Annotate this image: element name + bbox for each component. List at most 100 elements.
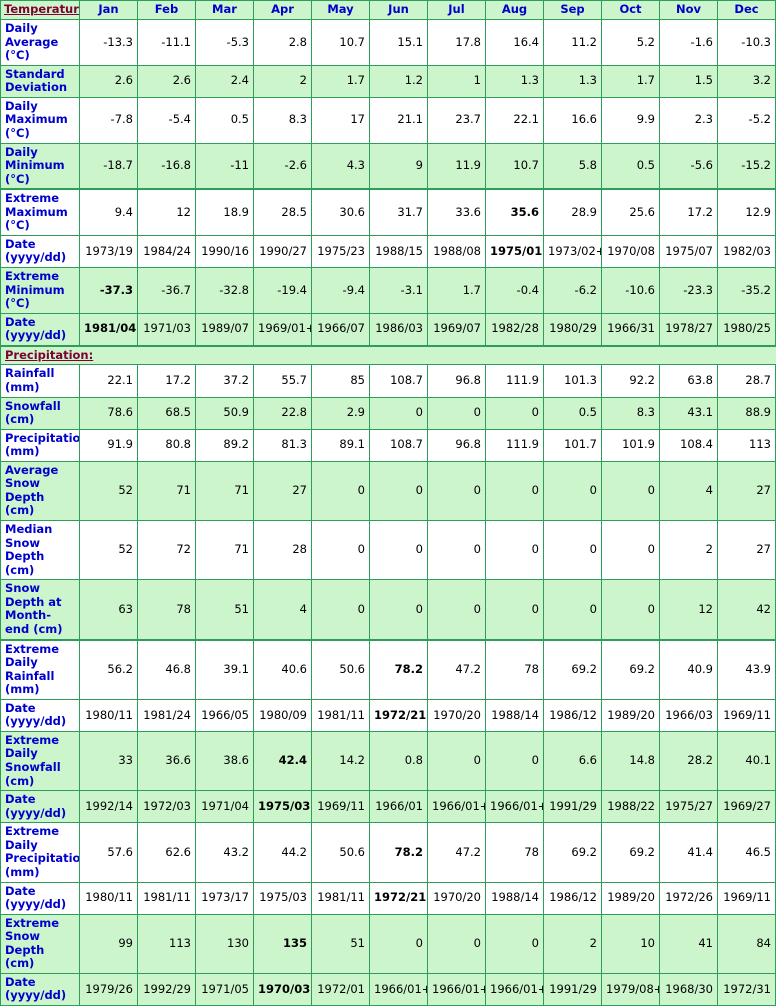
cell-sep: 101.3 bbox=[544, 365, 602, 397]
cell-aug: 1.3 bbox=[486, 65, 544, 97]
cell-nov: 108.4 bbox=[660, 429, 718, 461]
cell-dec: 40.1 bbox=[718, 731, 776, 790]
cell-jul: 0 bbox=[428, 521, 486, 580]
cell-aug: 0 bbox=[486, 461, 544, 520]
cell-jan: -7.8 bbox=[80, 97, 138, 143]
cell-oct: 5.2 bbox=[602, 20, 660, 66]
cell-nov: 63.8 bbox=[660, 365, 718, 397]
cell-jul: 23.7 bbox=[428, 97, 486, 143]
cell-feb: 1984/24 bbox=[138, 235, 196, 267]
cell-mar: -32.8 bbox=[196, 268, 254, 314]
cell-nov: 28.2 bbox=[660, 731, 718, 790]
row-label: Daily Maximum (°C) bbox=[1, 97, 80, 143]
cell-jun: 108.7 bbox=[370, 429, 428, 461]
cell-jan: 22.1 bbox=[80, 365, 138, 397]
cell-jan: 1980/11 bbox=[80, 699, 138, 731]
cell-jul: 1966/01+ bbox=[428, 791, 486, 823]
cell-jun: 0.8 bbox=[370, 731, 428, 790]
cell-may: 1966/07 bbox=[312, 313, 370, 346]
cell-sep: 0 bbox=[544, 521, 602, 580]
cell-aug: 0 bbox=[486, 914, 544, 973]
cell-oct: 9.9 bbox=[602, 97, 660, 143]
cell-apr: 28 bbox=[254, 521, 312, 580]
cell-mar: 1989/07 bbox=[196, 313, 254, 346]
cell-mar: 37.2 bbox=[196, 365, 254, 397]
cell-may: 1981/11 bbox=[312, 699, 370, 731]
cell-mar: 1966/05 bbox=[196, 699, 254, 731]
cell-jul: 1966/01+ bbox=[428, 973, 486, 1005]
cell-dec: 27 bbox=[718, 461, 776, 520]
cell-nov: 1978/27 bbox=[660, 313, 718, 346]
cell-jan: 1992/14 bbox=[80, 791, 138, 823]
cell-sep: -6.2 bbox=[544, 268, 602, 314]
cell-oct: 10 bbox=[602, 914, 660, 973]
cell-apr: 55.7 bbox=[254, 365, 312, 397]
cell-aug: 1975/01 bbox=[486, 235, 544, 267]
cell-jan: 1973/19 bbox=[80, 235, 138, 267]
cell-jan: 9.4 bbox=[80, 189, 138, 235]
cell-sep: 1973/02+ bbox=[544, 235, 602, 267]
cell-nov: 1968/30 bbox=[660, 973, 718, 1005]
table-row: Average Snow Depth (cm)52717127000000427… bbox=[1, 461, 776, 520]
cell-aug: -0.4 bbox=[486, 268, 544, 314]
cell-mar: 43.2 bbox=[196, 823, 254, 882]
cell-jun: 0 bbox=[370, 397, 428, 429]
cell-feb: 2.6 bbox=[138, 65, 196, 97]
cell-jan: 1979/26 bbox=[80, 973, 138, 1005]
cell-feb: -36.7 bbox=[138, 268, 196, 314]
cell-feb: -11.1 bbox=[138, 20, 196, 66]
cell-jul: 17.8 bbox=[428, 20, 486, 66]
cell-apr: 1990/27 bbox=[254, 235, 312, 267]
row-label: Daily Average (°C) bbox=[1, 20, 80, 66]
cell-dec: 3.2 bbox=[718, 65, 776, 97]
cell-jun: 9 bbox=[370, 143, 428, 189]
cell-nov: -23.3 bbox=[660, 268, 718, 314]
column-header-aug: Aug bbox=[486, 1, 544, 20]
cell-nov: -5.6 bbox=[660, 143, 718, 189]
table-row: Date (yyyy/dd)1980/111981/241966/051980/… bbox=[1, 699, 776, 731]
table-row: Daily Maximum (°C)-7.8-5.40.58.31721.123… bbox=[1, 97, 776, 143]
cell-apr: 135 bbox=[254, 914, 312, 973]
cell-jan: -18.7 bbox=[80, 143, 138, 189]
cell-may: 1969/11 bbox=[312, 791, 370, 823]
table-row: Date (yyyy/dd)1980/111981/111973/171975/… bbox=[1, 882, 776, 914]
cell-nov: 17.2 bbox=[660, 189, 718, 235]
cell-oct: 8.3 bbox=[602, 397, 660, 429]
cell-dec: 46.5 bbox=[718, 823, 776, 882]
cell-mar: 38.6 bbox=[196, 731, 254, 790]
cell-may: 30.6 bbox=[312, 189, 370, 235]
row-label: Extreme Maximum (°C) bbox=[1, 189, 80, 235]
cell-jul: 1970/20 bbox=[428, 882, 486, 914]
table-row: Extreme Maximum (°C)9.41218.928.530.631.… bbox=[1, 189, 776, 235]
cell-aug: 35.6 bbox=[486, 189, 544, 235]
cell-jul: 0 bbox=[428, 580, 486, 640]
cell-apr: 81.3 bbox=[254, 429, 312, 461]
cell-jul: 47.2 bbox=[428, 823, 486, 882]
column-header-nov: Nov bbox=[660, 1, 718, 20]
row-label: Daily Minimum (°C) bbox=[1, 143, 80, 189]
cell-sep: 101.7 bbox=[544, 429, 602, 461]
table-row: Extreme Snow Depth (cm)99113130135510002… bbox=[1, 914, 776, 973]
cell-apr: 44.2 bbox=[254, 823, 312, 882]
cell-sep: 28.9 bbox=[544, 189, 602, 235]
cell-aug: 1988/14 bbox=[486, 882, 544, 914]
row-label: Median Snow Depth (cm) bbox=[1, 521, 80, 580]
column-header-dec: Dec bbox=[718, 1, 776, 20]
section-header-precipitation: Precipitation: bbox=[1, 346, 776, 365]
cell-aug: 1966/01+ bbox=[486, 973, 544, 1005]
column-header-mar: Mar bbox=[196, 1, 254, 20]
cell-oct: 1979/08+ bbox=[602, 973, 660, 1005]
cell-jun: 0 bbox=[370, 914, 428, 973]
cell-may: 0 bbox=[312, 521, 370, 580]
cell-nov: 2.3 bbox=[660, 97, 718, 143]
cell-oct: 0.5 bbox=[602, 143, 660, 189]
cell-dec: -5.2 bbox=[718, 97, 776, 143]
cell-feb: 1981/24 bbox=[138, 699, 196, 731]
cell-oct: 0 bbox=[602, 580, 660, 640]
cell-dec: 84 bbox=[718, 914, 776, 973]
cell-aug: 0 bbox=[486, 521, 544, 580]
cell-nov: 4 bbox=[660, 461, 718, 520]
cell-jun: 78.2 bbox=[370, 640, 428, 700]
cell-jul: 0 bbox=[428, 461, 486, 520]
cell-jul: 33.6 bbox=[428, 189, 486, 235]
